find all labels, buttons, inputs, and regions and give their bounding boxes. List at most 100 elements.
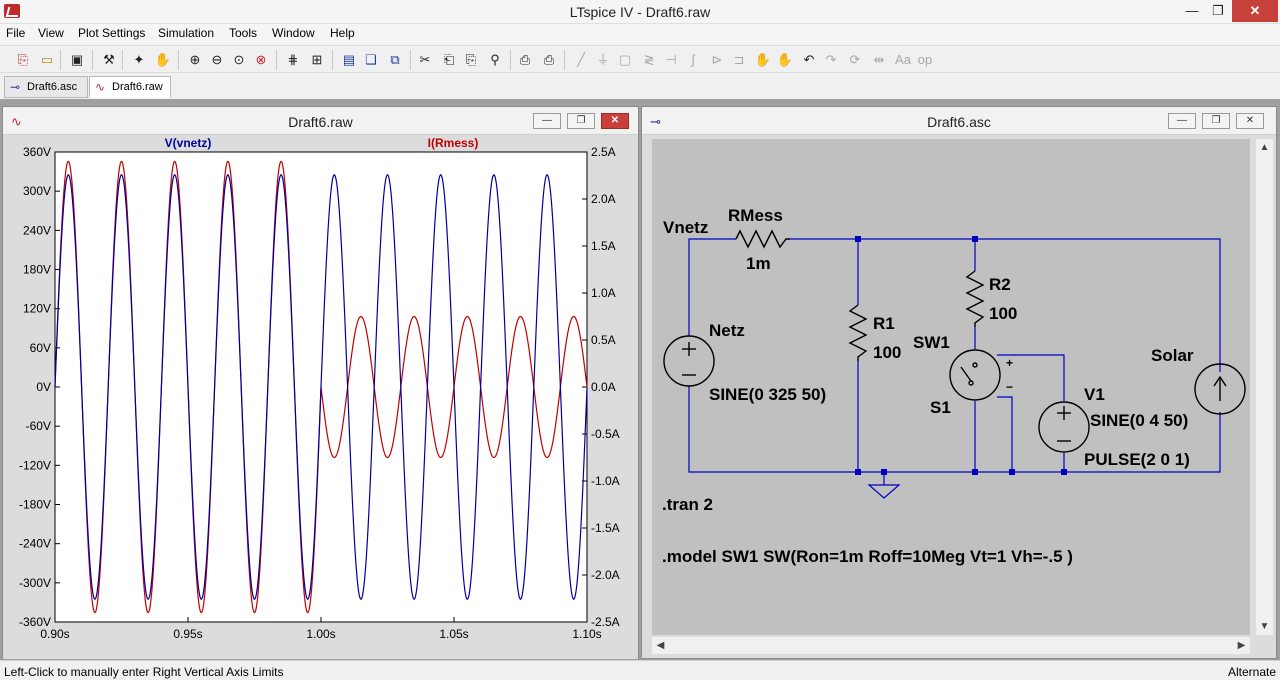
move-icon[interactable]: ✋ (754, 51, 772, 69)
y-left-tick-label[interactable]: -240V (19, 537, 51, 551)
tab-draft6-raw[interactable]: ∿ Draft6.raw (89, 76, 171, 98)
waveform-restore-button[interactable]: ❐ (567, 113, 595, 129)
find-icon[interactable]: ⚲ (486, 51, 504, 69)
zoom-out-icon[interactable]: ⊖ (208, 51, 226, 69)
menu-window[interactable]: Window (272, 26, 315, 40)
y-left-tick-label[interactable]: 120V (23, 302, 51, 316)
x-tick-label[interactable]: 1.05s (439, 627, 468, 641)
run-icon[interactable]: ✦ (130, 51, 148, 69)
y-left-tick-label[interactable]: -180V (19, 498, 51, 512)
value-r2[interactable]: 100 (989, 304, 1017, 323)
tile-horizontal-icon[interactable]: ▤ (340, 51, 358, 69)
scroll-left-icon[interactable]: ◀ (652, 637, 669, 654)
y-right-tick-label[interactable]: 2.5A (591, 145, 616, 159)
x-tick-label[interactable]: 1.00s (306, 627, 335, 641)
copy-icon[interactable]: ⎗ (440, 51, 458, 69)
rotate-icon[interactable]: ⟳ (846, 51, 864, 69)
save-icon[interactable]: ▣ (68, 51, 86, 69)
tab-draft6-asc[interactable]: ⊸ Draft6.asc (4, 76, 88, 98)
directive-tran[interactable]: .tran 2 (662, 495, 713, 514)
zoom-in-icon[interactable]: ⊕ (186, 51, 204, 69)
drag-icon[interactable]: ✋ (776, 51, 794, 69)
y-right-tick-label[interactable]: 0.0A (591, 380, 616, 394)
inductor-icon[interactable]: ∫ (684, 51, 702, 69)
cascade-icon[interactable]: ❏ (362, 51, 380, 69)
component-icon[interactable]: ⊐ (730, 51, 748, 69)
ground-icon[interactable]: ⏚ (594, 51, 612, 69)
cut-icon[interactable]: ✂ (416, 51, 434, 69)
label-netz[interactable]: Netz (709, 321, 745, 340)
net-label-vnetz[interactable]: Vnetz (663, 218, 708, 237)
capacitor-icon[interactable]: ⊣ (662, 51, 680, 69)
schematic-restore-button[interactable]: ❐ (1202, 113, 1230, 129)
y-left-tick-label[interactable]: -300V (19, 576, 51, 590)
undo-icon[interactable]: ↶ (800, 51, 818, 69)
y-right-tick-label[interactable]: -1.5A (591, 521, 620, 535)
label-icon[interactable]: ▢ (616, 51, 634, 69)
new-schematic-icon[interactable]: ⎘ (14, 51, 32, 69)
menu-simulation[interactable]: Simulation (158, 26, 214, 40)
y-left-tick-label[interactable]: -60V (26, 419, 51, 433)
y-right-tick-label[interactable]: 0.5A (591, 333, 616, 347)
y-right-tick-label[interactable]: -2.0A (591, 568, 620, 582)
schematic-horizontal-scrollbar[interactable]: ◀ ▶ (652, 637, 1250, 654)
directive-model[interactable]: .model SW1 SW(Ron=1m Roff=10Meg Vt=1 Vh=… (662, 547, 1073, 566)
y-left-tick-label[interactable]: 180V (23, 263, 51, 277)
restore-button[interactable]: ❐ (1206, 0, 1230, 22)
label-r2[interactable]: R2 (989, 275, 1011, 294)
label-v1[interactable]: V1 (1084, 385, 1105, 404)
y-right-tick-label[interactable]: 1.0A (591, 286, 616, 300)
print-icon[interactable]: ⎙ (540, 51, 558, 69)
value-rmess[interactable]: 1m (746, 254, 771, 273)
zoom-cancel-icon[interactable]: ⊗ (252, 51, 270, 69)
schematic-window[interactable]: ⊸ Draft6.asc — ❐ ✕ Vnetz RMess 1m Netz S… (641, 106, 1277, 659)
menu-file[interactable]: File (6, 26, 25, 40)
halt-icon[interactable]: ✋ (154, 51, 172, 69)
menu-tools[interactable]: Tools (229, 26, 257, 40)
diode-icon[interactable]: ⊳ (708, 51, 726, 69)
close-all-icon[interactable]: ⧉ (386, 51, 404, 69)
legend-v-vnetz[interactable]: V(vnetz) (165, 136, 212, 150)
y-right-tick-label[interactable]: -1.0A (591, 474, 620, 488)
autorange-icon[interactable]: ⋕ (284, 51, 302, 69)
wire-icon[interactable]: ╱ (572, 51, 590, 69)
x-tick-label[interactable]: 1.10s (572, 627, 601, 641)
y-left-tick-label[interactable]: -120V (19, 458, 51, 472)
minimize-button[interactable]: — (1180, 0, 1204, 22)
paste-icon[interactable]: ⎘ (462, 51, 480, 69)
label-r1[interactable]: R1 (873, 314, 895, 333)
x-tick-label[interactable]: 0.90s (40, 627, 69, 641)
value-r1[interactable]: 100 (873, 343, 901, 362)
zoom-fit-icon[interactable]: ⊙ (230, 51, 248, 69)
scroll-down-icon[interactable]: ▼ (1256, 618, 1273, 635)
waveform-close-button[interactable]: ✕ (601, 113, 629, 129)
label-solar[interactable]: Solar (1151, 346, 1194, 365)
schematic-window-titlebar[interactable]: ⊸ Draft6.asc — ❐ ✕ (642, 107, 1276, 135)
schematic-drawing[interactable]: Vnetz RMess 1m Netz SINE(0 325 50) R1 10… (652, 139, 1250, 635)
redo-icon[interactable]: ↷ (822, 51, 840, 69)
y-left-tick-label[interactable]: 0V (36, 380, 51, 394)
zoom-extents-icon[interactable]: ⊞ (308, 51, 326, 69)
label-rmess[interactable]: RMess (728, 206, 783, 225)
mirror-icon[interactable]: ⇹ (870, 51, 888, 69)
control-panel-icon[interactable]: ⚒ (100, 51, 118, 69)
value-netz[interactable]: SINE(0 325 50) (709, 385, 826, 404)
waveform-plot[interactable]: V(vnetz) I(Rmess) 360V 300V 240V 180V 120V 60… (3, 136, 638, 659)
schematic-minimize-button[interactable]: — (1168, 113, 1196, 129)
schematic-close-button[interactable]: ✕ (1236, 113, 1264, 129)
waveform-window[interactable]: ∿ Draft6.raw — ❐ ✕ V(vnetz) I(Rmess) 360… (2, 106, 639, 659)
waveform-minimize-button[interactable]: — (533, 113, 561, 129)
value-v1-pulse[interactable]: PULSE(2 0 1) (1084, 450, 1190, 469)
y-right-tick-label[interactable]: 2.0A (591, 192, 616, 206)
y-left-tick-label[interactable]: 60V (30, 341, 51, 355)
legend-i-rmess[interactable]: I(Rmess) (428, 136, 479, 150)
menu-help[interactable]: Help (330, 26, 355, 40)
y-left-tick-label[interactable]: 240V (23, 223, 51, 237)
waveform-window-titlebar[interactable]: ∿ Draft6.raw — ❐ ✕ (3, 107, 638, 135)
y-left-tick-label[interactable]: 360V (23, 145, 51, 159)
schematic-canvas[interactable]: Vnetz RMess 1m Netz SINE(0 325 50) R1 10… (652, 139, 1250, 635)
x-tick-label[interactable]: 0.95s (173, 627, 202, 641)
open-icon[interactable]: ▭ (38, 51, 56, 69)
y-left-tick-label[interactable]: 300V (23, 184, 51, 198)
schematic-vertical-scrollbar[interactable]: ▲ ▼ (1256, 139, 1273, 635)
